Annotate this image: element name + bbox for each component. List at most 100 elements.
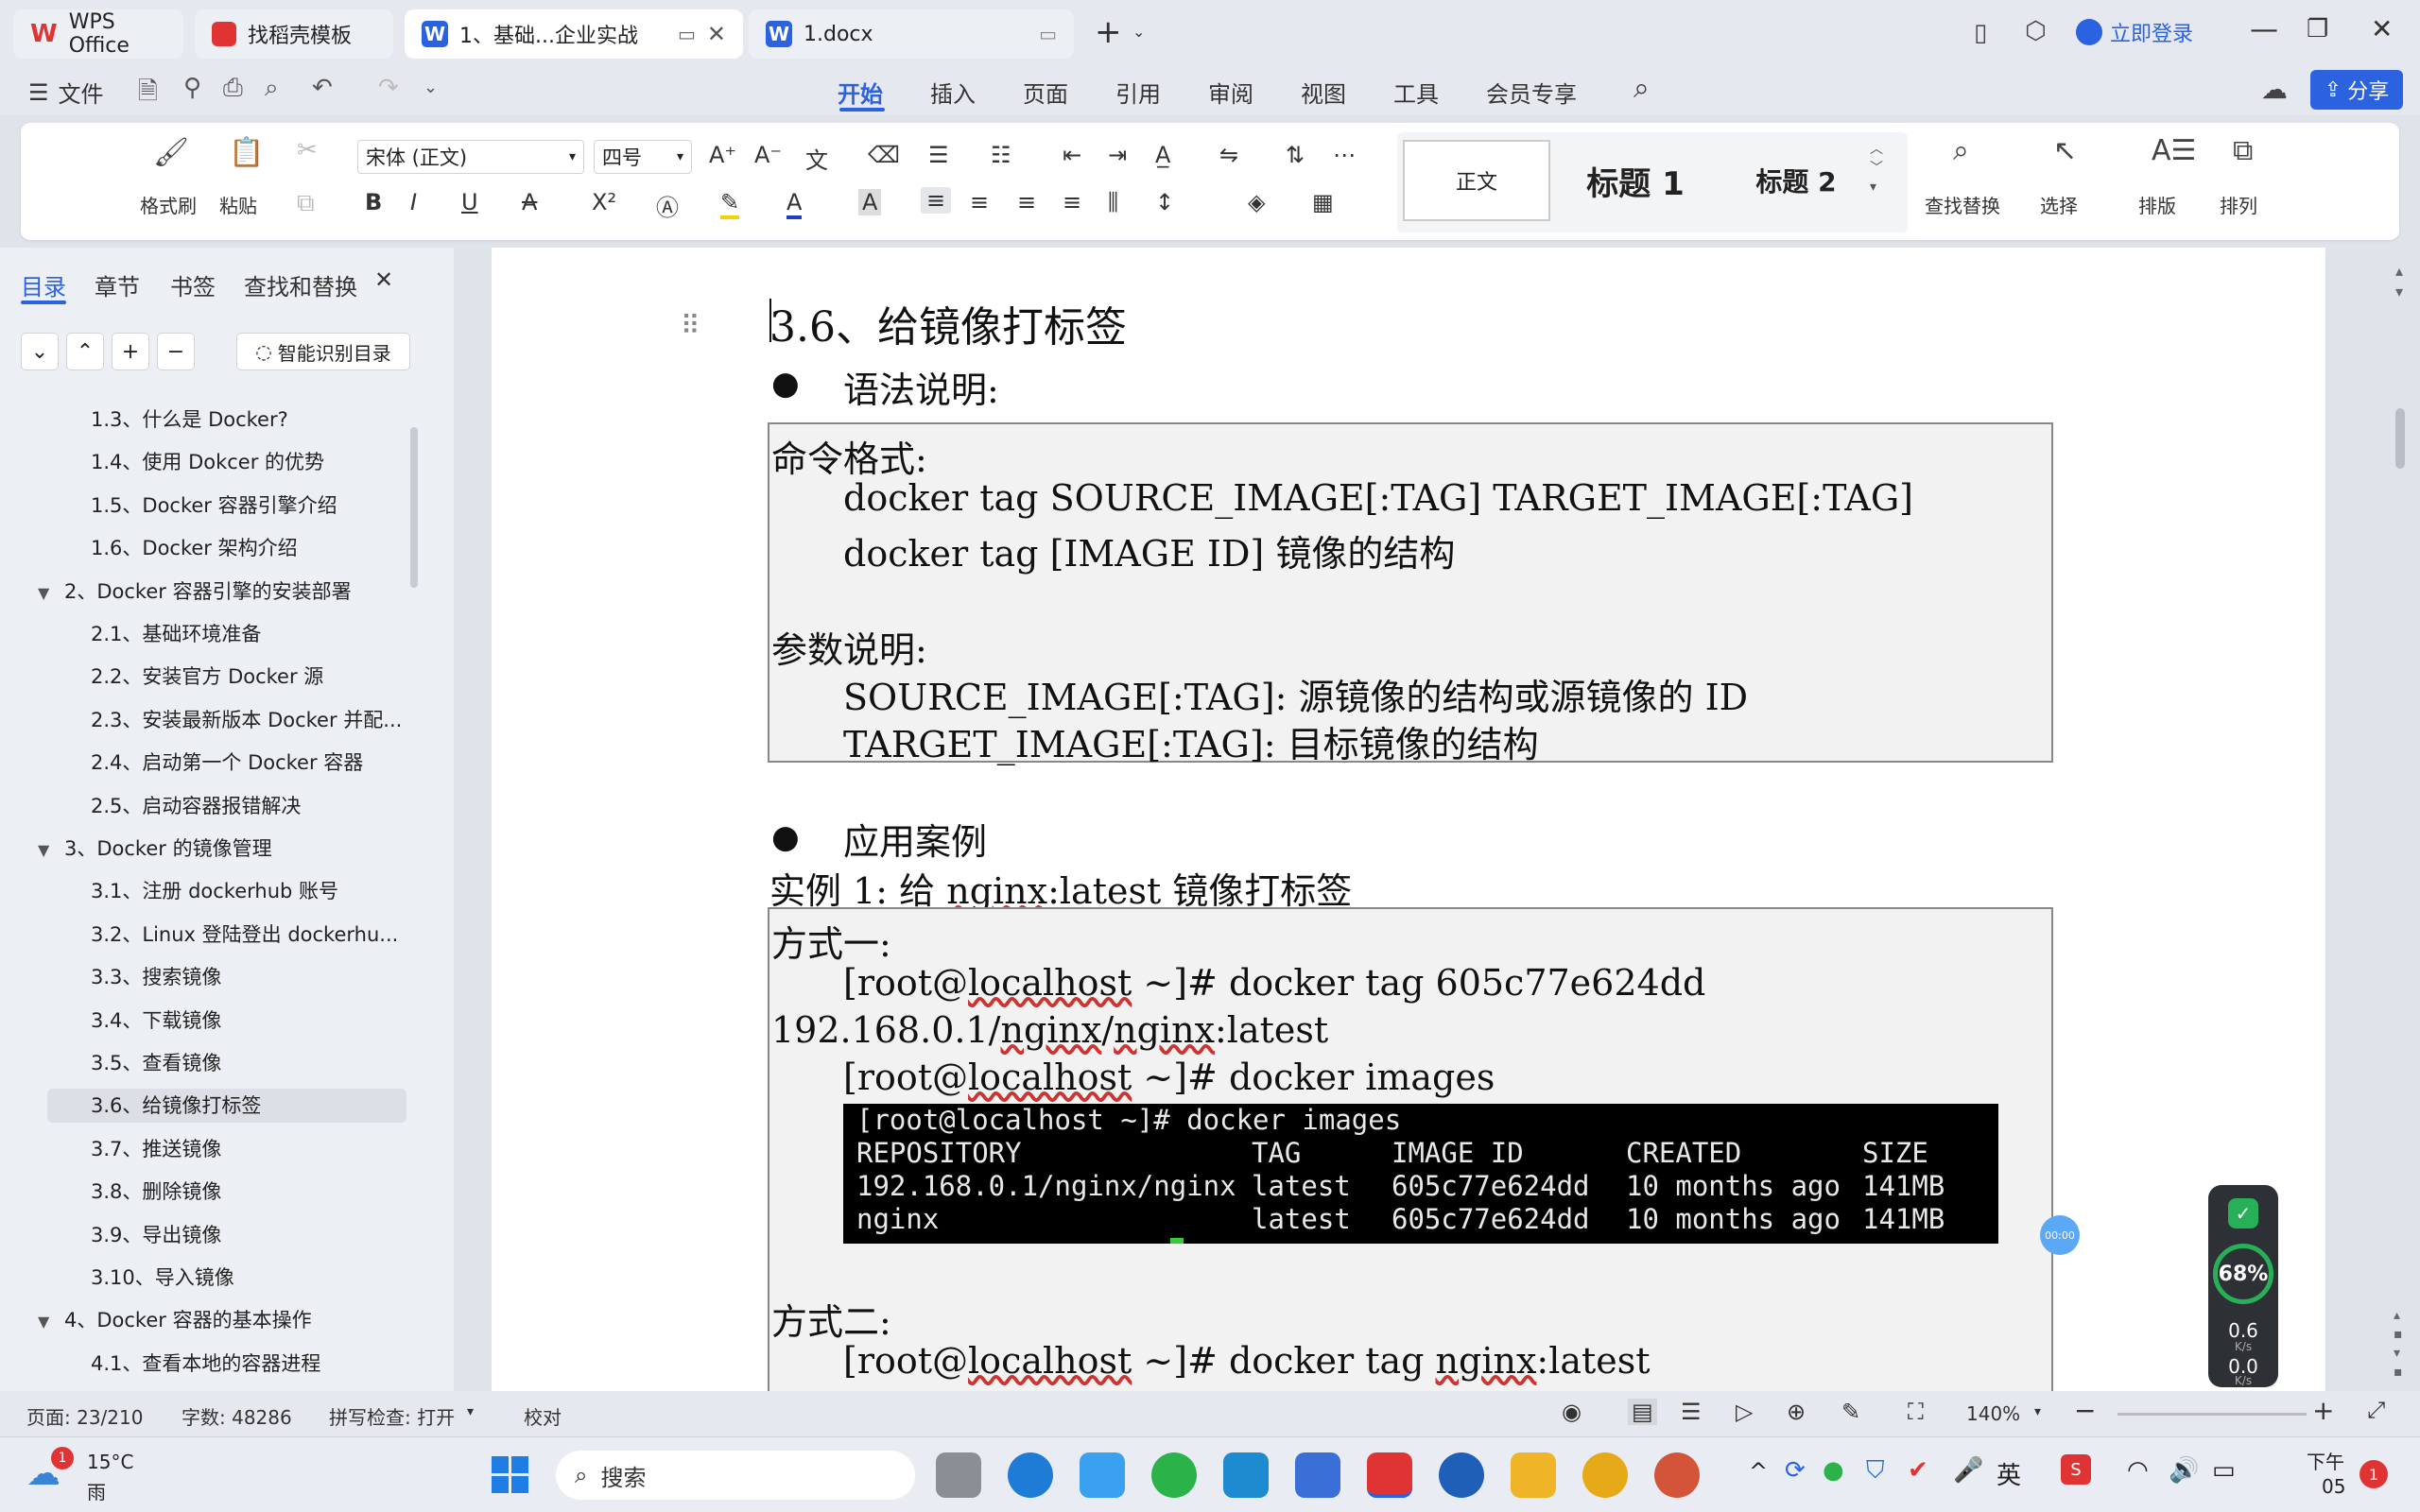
collapse-icon[interactable]: ⌄ (21, 333, 59, 370)
toc-item[interactable]: 2.4、启动第一个 Docker 容器 (47, 746, 406, 780)
weather-desc[interactable]: 雨 (87, 1477, 106, 1504)
arrange-label[interactable]: 排列 (2220, 191, 2257, 218)
ime-indicator[interactable]: 英 (1996, 1456, 2021, 1491)
page-view-icon[interactable]: ▤ (1628, 1399, 1657, 1425)
toc-expand-icon[interactable]: ▼ (38, 841, 49, 859)
sort-icon[interactable]: ⇅ (1286, 142, 1305, 168)
bullet-list-icon[interactable]: ☰ (928, 142, 949, 168)
edge-browser-icon[interactable] (1008, 1452, 1053, 1498)
close-pane-icon[interactable]: ✕ (374, 266, 393, 293)
expand-up-icon[interactable]: ⌃ (66, 333, 104, 370)
find-replace-label[interactable]: 查找替换 (1925, 191, 2000, 218)
security-tray-icon[interactable]: ⛉ (1866, 1456, 1885, 1486)
zoom-out-icon[interactable]: − (2074, 1395, 2096, 1426)
toc-item[interactable]: 3.6、给镜像打标签 (47, 1089, 406, 1124)
network-speed-widget[interactable]: ✓ 68% 0.6 K/s 0.0 K/s (2208, 1185, 2278, 1387)
toc-item[interactable]: 1.5、Docker 容器引擎介绍 (47, 489, 406, 523)
taskbar-search[interactable]: ⌕ 搜索 (556, 1451, 915, 1500)
windows-start-icon[interactable] (492, 1456, 529, 1494)
spell-dropdown-icon[interactable]: ▾ (467, 1404, 474, 1419)
align-right-icon[interactable]: ≡ (1017, 189, 1036, 215)
spell-check-toggle[interactable]: 拼写检查: 打开 (329, 1402, 455, 1430)
document-scrollbar[interactable] (2395, 408, 2405, 469)
minimize-icon[interactable]: — (2250, 13, 2278, 46)
toc-expand-icon[interactable]: ▼ (38, 1313, 49, 1331)
font-color-icon[interactable]: A (786, 189, 803, 219)
toc-item[interactable]: 2.5、启动容器报错解决 (47, 789, 406, 823)
toc-item[interactable]: 4、Docker 容器的基本操作 (64, 1303, 406, 1337)
style-heading-1[interactable]: 标题 1 (1562, 140, 1709, 221)
copy-icon[interactable]: ⧉ (297, 189, 315, 218)
close-tab-icon[interactable]: ✕ (707, 21, 726, 47)
zoom-dropdown-icon[interactable]: ▾ (2034, 1404, 2041, 1419)
word-count[interactable]: 字数: 48286 (182, 1402, 292, 1430)
menu-vip[interactable]: 会员专享 (1486, 76, 1577, 109)
toc-item[interactable]: 1.3、什么是 Docker? (47, 403, 406, 437)
menu-reference[interactable]: 引用 (1115, 76, 1161, 109)
toc-item[interactable]: 2.2、安装官方 Docker 源 (47, 660, 406, 694)
layout-icon[interactable]: A☰ (2152, 134, 2196, 167)
text-effect-icon[interactable]: Ⓐ (656, 189, 679, 222)
file-menu[interactable]: ☰ 文件 (28, 76, 104, 109)
save-icon[interactable]: 🗎 (138, 74, 158, 115)
toc-item[interactable]: 3.9、导出镜像 (47, 1218, 406, 1252)
outline-view-icon[interactable]: ☰ (1681, 1399, 1702, 1425)
shrink-font-icon[interactable]: A⁻ (754, 142, 782, 168)
play-icon[interactable]: ▷ (1736, 1399, 1753, 1425)
new-tab-plus-icon[interactable]: + (1095, 13, 1122, 51)
clear-format-icon[interactable]: ⌫ (868, 142, 900, 168)
remove-heading-icon[interactable]: − (157, 333, 195, 370)
toc-expand-icon[interactable]: ▼ (38, 584, 49, 602)
border-icon[interactable]: ▦ (1312, 189, 1334, 215)
cube-icon[interactable]: ⬡ (2025, 17, 2047, 45)
menu-tools[interactable]: 工具 (1393, 76, 1439, 109)
web-view-icon[interactable]: ⊕ (1787, 1399, 1806, 1425)
notepad-icon[interactable] (1295, 1452, 1340, 1498)
chat-bubble-icon[interactable]: ☁ (2261, 74, 2288, 105)
wps-tray-icon[interactable]: S (2061, 1454, 2091, 1485)
toc-item[interactable]: 1.4、使用 Dokcer 的优势 (47, 445, 406, 479)
share-button[interactable]: ⇪ 分享 (2310, 70, 2403, 110)
underline-icon[interactable]: U (461, 189, 478, 215)
microphone-icon[interactable]: 🎤 (1953, 1456, 1983, 1485)
tab-doc-active[interactable]: W 1、基础...企业实战 ▭ ✕ (405, 9, 743, 59)
monitor-icon[interactable]: ▭ (678, 23, 696, 45)
text-direction-icon[interactable]: ⇋ (1219, 142, 1238, 168)
grow-font-icon[interactable]: A⁺ (709, 142, 736, 168)
style-normal[interactable]: 正文 (1403, 140, 1550, 221)
toc-scrollbar[interactable] (410, 427, 418, 588)
format-painter-icon[interactable]: 🖌 (153, 136, 189, 169)
menu-review[interactable]: 审阅 (1208, 76, 1253, 109)
print-preview-icon[interactable]: ⌕ (265, 74, 279, 103)
toc-item[interactable]: 3.1、注册 dockerhub 账号 (47, 874, 406, 908)
tab-wps-office[interactable]: W WPS Office (13, 9, 183, 59)
weather-temp[interactable]: 15°C (87, 1451, 133, 1473)
check-tray-icon[interactable]: ✔ (1908, 1456, 1928, 1485)
print-icon[interactable]: ⎙ (223, 74, 243, 103)
share-link-icon[interactable]: ⚲ (183, 74, 201, 102)
select-cursor-icon[interactable]: ↖ (2053, 134, 2077, 167)
remote-desktop-icon[interactable] (1223, 1452, 1269, 1498)
zoom-slider-track[interactable] (2118, 1413, 2307, 1416)
line-spacing-icon[interactable]: ↕ (1155, 189, 1174, 215)
fullscreen-icon[interactable]: ⤢ (2367, 1397, 2385, 1423)
cut-icon[interactable]: ✂ (297, 136, 318, 164)
sidebar-toggle-icon[interactable]: ▯ (1974, 19, 1987, 47)
login-button[interactable]: 立即登录 (2076, 17, 2193, 47)
battery-icon[interactable]: ▭ (2212, 1456, 2236, 1485)
toc-item[interactable]: 3.3、搜索镜像 (47, 960, 406, 994)
menu-insert[interactable]: 插入 (930, 76, 976, 109)
style-heading-2[interactable]: 标题 2 (1722, 140, 1870, 221)
strikethrough-icon[interactable]: A (522, 189, 537, 215)
file-explorer-icon[interactable] (1511, 1452, 1556, 1498)
menu-page[interactable]: 页面 (1023, 76, 1068, 109)
toc-item[interactable]: 3、Docker 的镜像管理 (64, 832, 406, 866)
toc-item[interactable]: 3.5、查看镜像 (47, 1046, 406, 1080)
wechat-icon[interactable] (1151, 1452, 1197, 1498)
tab-chapter[interactable]: 章节 (95, 268, 140, 301)
search-icon[interactable]: ⌕ (1634, 72, 1650, 105)
undo-icon[interactable]: ↶ (312, 74, 333, 102)
volume-icon[interactable]: 🔊 (2169, 1456, 2199, 1485)
superscript-icon[interactable]: X² (592, 189, 616, 215)
paste-icon[interactable]: 📋 (229, 136, 264, 169)
